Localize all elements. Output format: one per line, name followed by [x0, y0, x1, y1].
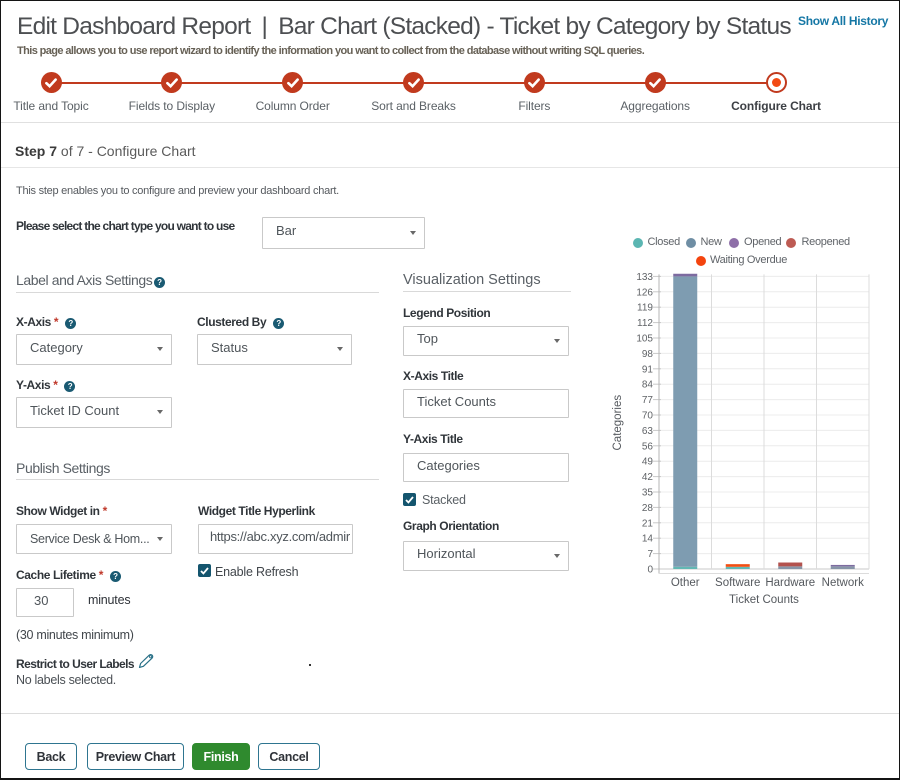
svg-text:Network: Network	[822, 577, 864, 589]
svg-text:56: 56	[642, 441, 654, 452]
svg-text:126: 126	[636, 287, 653, 298]
svg-text:35: 35	[642, 488, 654, 499]
svg-text:77: 77	[642, 395, 654, 406]
svg-text:14: 14	[642, 534, 654, 545]
svg-text:21: 21	[642, 518, 654, 529]
svg-text:28: 28	[642, 503, 654, 514]
svg-text:Other: Other	[671, 577, 700, 589]
svg-text:7: 7	[647, 549, 653, 560]
svg-text:105: 105	[636, 334, 653, 345]
svg-text:Hardware: Hardware	[765, 577, 815, 589]
svg-text:49: 49	[642, 457, 654, 468]
svg-text:70: 70	[642, 411, 654, 422]
svg-text:119: 119	[637, 303, 653, 314]
svg-text:133: 133	[636, 272, 653, 283]
svg-text:112: 112	[637, 318, 653, 329]
svg-text:Ticket Counts: Ticket Counts	[729, 594, 799, 606]
svg-text:91: 91	[642, 364, 654, 375]
svg-text:Categories: Categories	[612, 395, 624, 451]
svg-text:84: 84	[642, 380, 654, 391]
svg-text:63: 63	[642, 426, 654, 437]
svg-text:98: 98	[642, 349, 654, 360]
svg-text:42: 42	[642, 472, 654, 483]
svg-text:0: 0	[647, 565, 653, 576]
svg-text:Software: Software	[715, 577, 760, 589]
